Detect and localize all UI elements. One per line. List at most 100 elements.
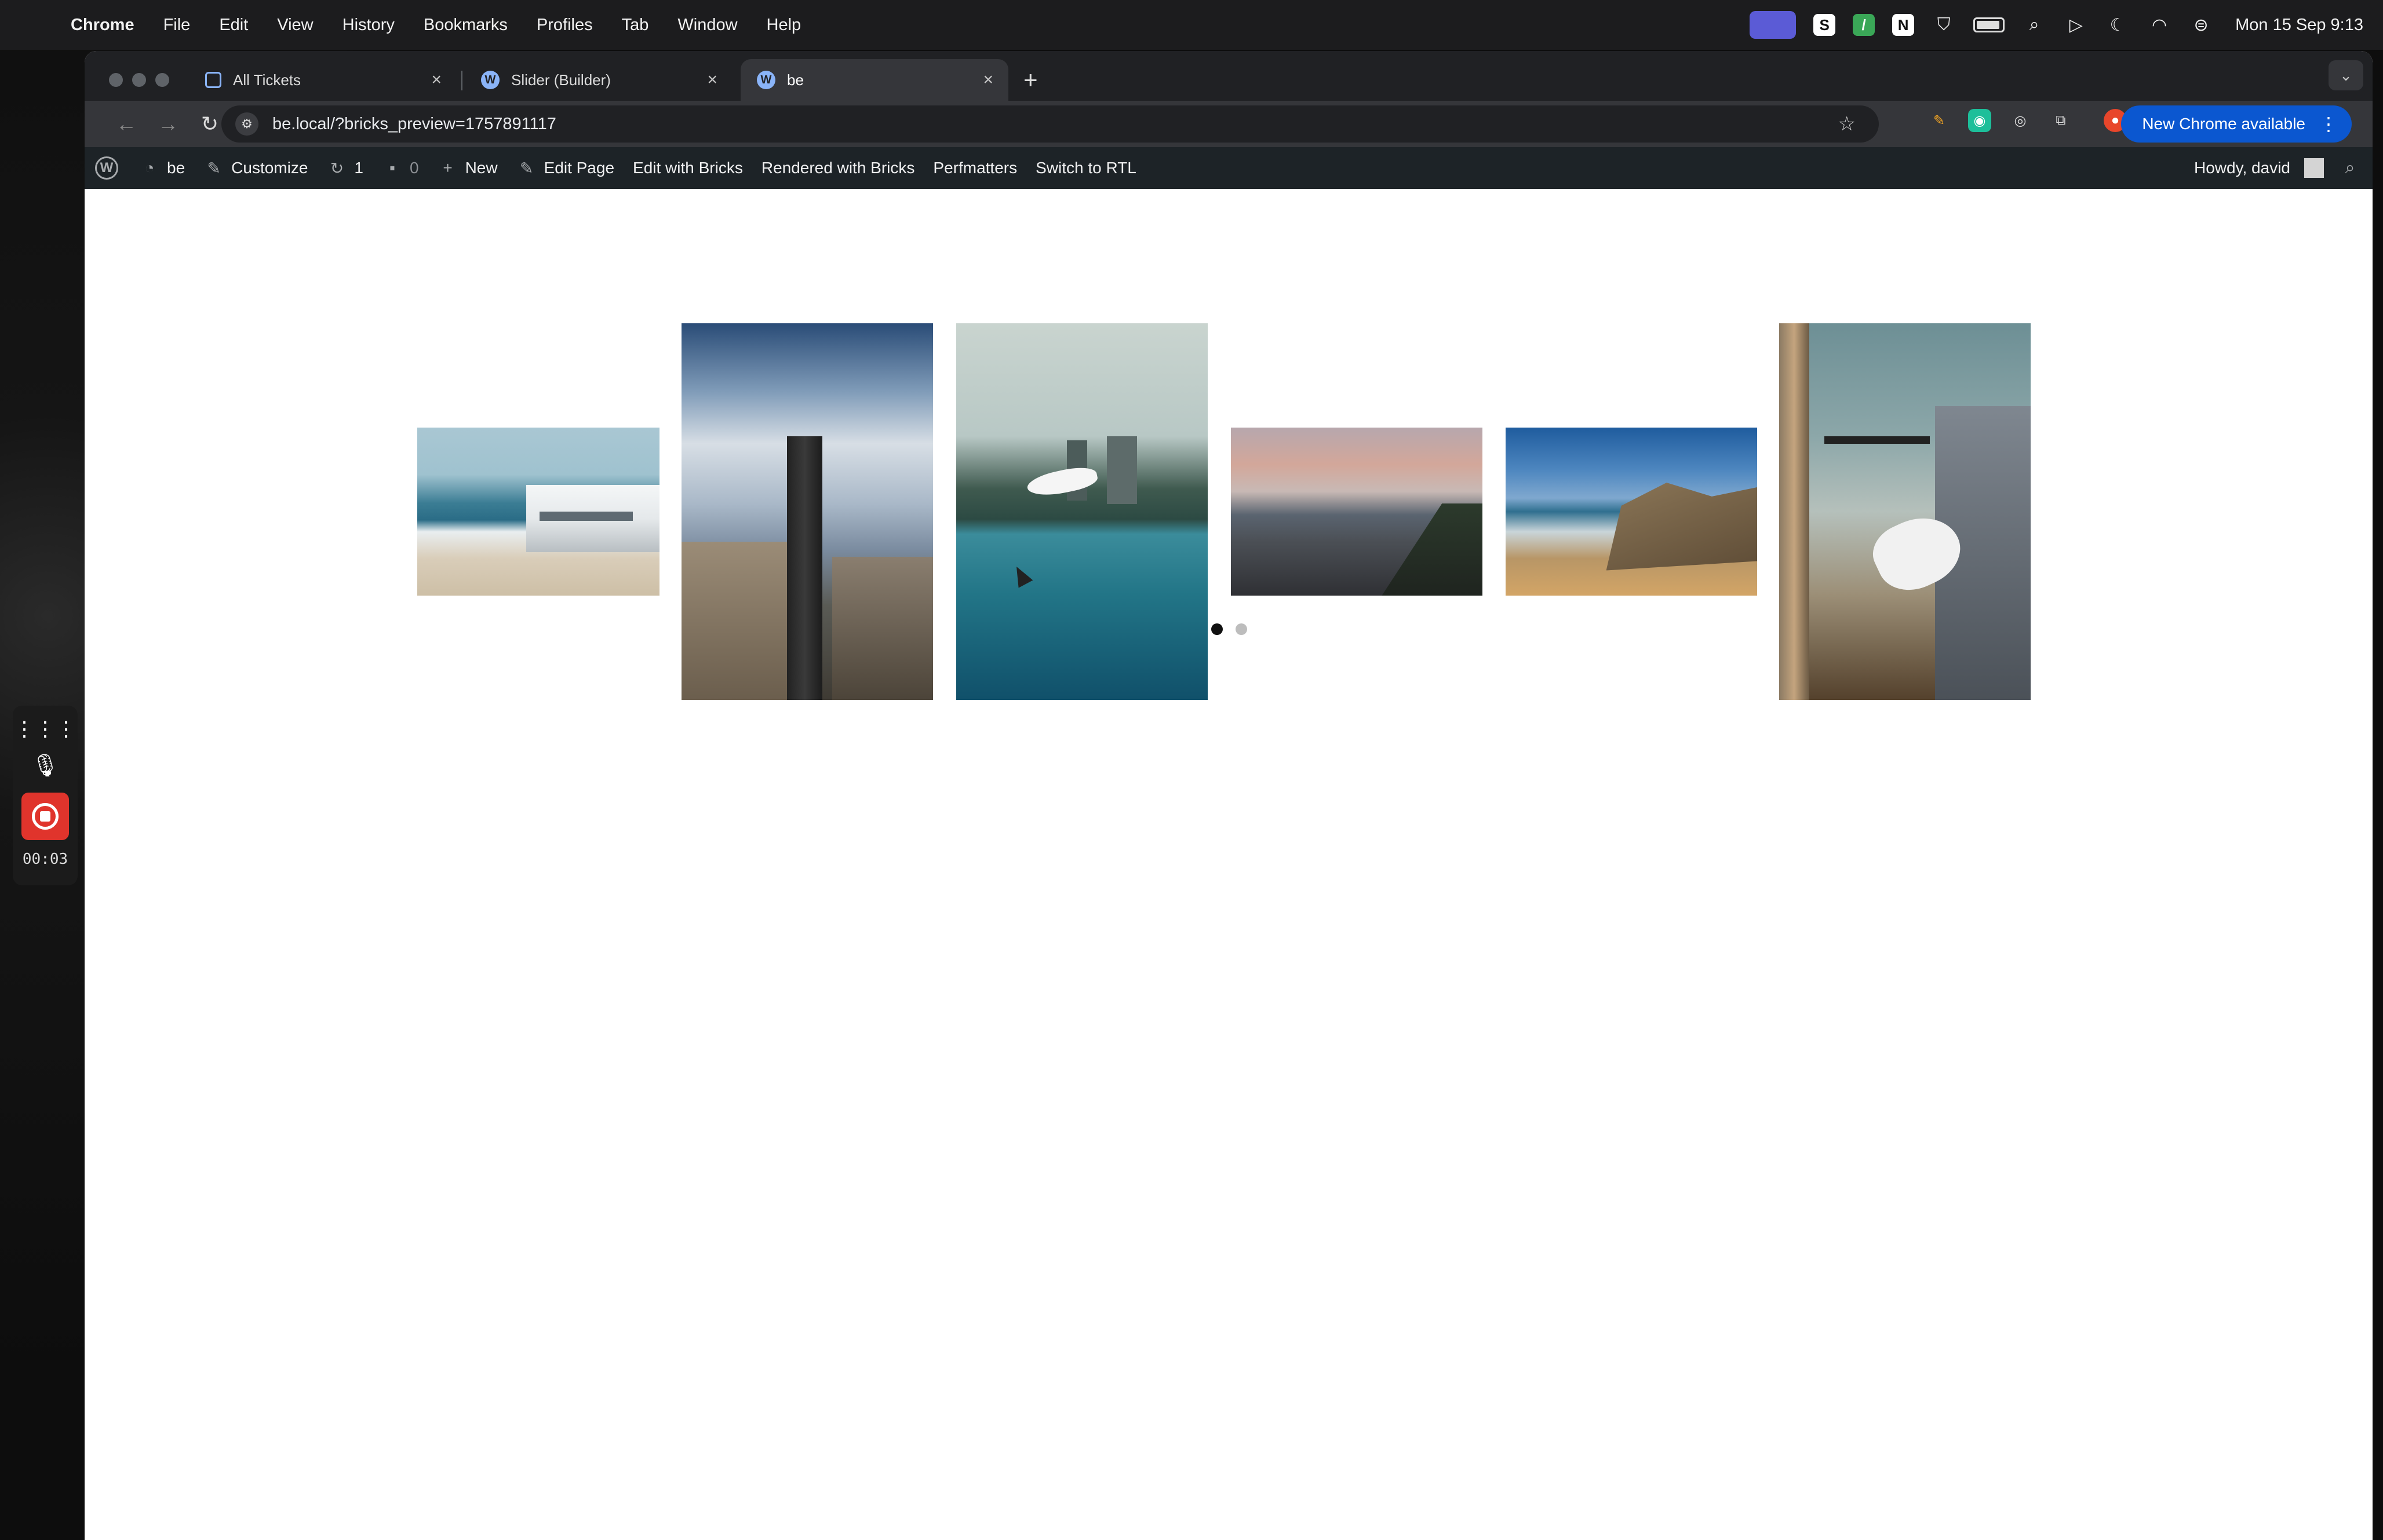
wp-site-name[interactable]: ◔ be [139, 158, 185, 178]
notion-icon[interactable]: N [1892, 14, 1915, 36]
user-avatar[interactable] [2304, 158, 2324, 178]
circle-extension-icon[interactable]: ◎ [2009, 109, 2032, 132]
wp-admin-bar: W ◔ be ✎ Customize ↻ 1 ▪ 0 + New ✎ Edit … [85, 147, 2373, 189]
plus-icon: + [443, 159, 453, 177]
slider-pagination [1211, 623, 1247, 635]
spotlight-icon[interactable]: ⌕ [2022, 13, 2046, 37]
wordpress-logo-icon[interactable]: W [95, 156, 118, 180]
green-app-icon[interactable]: / [1853, 14, 1875, 36]
zoom-window-button[interactable] [155, 73, 169, 87]
stop-recording-button[interactable] [21, 793, 69, 840]
paintbrush-icon: ✎ [207, 159, 221, 177]
close-tab-icon[interactable]: × [983, 70, 993, 90]
address-bar[interactable]: ⚙ be.local/?bricks_preview=1757891117 ☆ [221, 105, 1879, 143]
rocky-coast-image[interactable] [1506, 428, 1757, 596]
chrome-frame: All Tickets × W Slider (Builder) × W be … [85, 51, 2373, 189]
wp-rendered-with-bricks[interactable]: Rendered with Bricks [761, 159, 915, 177]
forward-arrow-icon[interactable]: → [151, 107, 185, 141]
puzzle-extensions-icon[interactable]: ⧉ [2049, 109, 2072, 132]
record-stop-icon [32, 803, 59, 830]
tab-be[interactable]: W be × [741, 59, 1008, 101]
screen-recorder-widget: ⋮⋮⋮ 🎙 00:03 [13, 706, 78, 885]
menu-tab[interactable]: Tab [622, 16, 649, 35]
wp-customize[interactable]: ✎ Customize [203, 158, 308, 178]
wp-comments[interactable]: ▪ 0 [382, 158, 419, 178]
menu-profiles[interactable]: Profiles [537, 16, 593, 35]
macos-menu-bar: Chrome File Edit View History Bookmarks … [0, 0, 2383, 50]
grid-dots-icon[interactable]: ⋮⋮⋮ [14, 718, 76, 739]
close-tab-icon[interactable]: × [707, 70, 717, 90]
browser-toolbar: ← → ↻ ⚙ be.local/?bricks_preview=1757891… [85, 101, 2373, 147]
shield-icon[interactable]: ⛉ [1932, 13, 1956, 37]
battery-icon[interactable] [1973, 17, 2005, 32]
minimize-window-button[interactable] [132, 73, 146, 87]
close-window-button[interactable] [109, 73, 123, 87]
menu-help[interactable]: Help [767, 16, 801, 35]
menu-window[interactable]: Window [677, 16, 737, 35]
back-arrow-icon[interactable]: ← [109, 107, 144, 141]
new-tab-button[interactable]: + [1023, 66, 1038, 94]
wifi-icon[interactable]: ◠ [2147, 13, 2171, 37]
customize-label: Customize [231, 159, 308, 177]
window-controls [109, 73, 169, 87]
harbor-sunset-image[interactable] [1231, 428, 1482, 596]
new-label: New [465, 159, 498, 177]
pencil-extension-icon[interactable]: ✎ [1927, 109, 1951, 132]
menubar-clock[interactable]: Mon 15 Sep 9:13 [2235, 16, 2363, 35]
site-info-icon[interactable]: ⚙ [235, 112, 258, 136]
updates-count: 1 [354, 159, 363, 177]
menu-edit[interactable]: Edit [219, 16, 248, 35]
pagination-dot-1[interactable] [1211, 623, 1223, 635]
edit-with-bricks-label: Edit with Bricks [633, 159, 743, 177]
s-app-icon[interactable]: S [1813, 14, 1836, 36]
updates-icon: ↻ [330, 159, 344, 177]
beach-house-image[interactable] [417, 428, 659, 596]
extensions-area: ✎ ◉ ◎ ⧉ ● [1927, 109, 2127, 132]
bookmark-star-icon[interactable]: ☆ [1838, 112, 1856, 136]
close-tab-icon[interactable]: × [431, 70, 442, 90]
pagination-dot-2[interactable] [1236, 623, 1247, 635]
recording-timer: 00:03 [22, 851, 68, 868]
mic-muted-icon[interactable]: 🎙 [29, 750, 61, 782]
seagull-city-image[interactable] [1779, 323, 2031, 700]
apple-menu-icon[interactable] [21, 9, 53, 41]
tab-search-chevron-icon[interactable]: ⌄ [2329, 60, 2363, 90]
rendered-with-bricks-label: Rendered with Bricks [761, 159, 915, 177]
kebab-menu-icon[interactable]: ⋮ [2319, 113, 2338, 135]
new-chrome-available-button[interactable]: New Chrome available ⋮ [2121, 105, 2352, 143]
wp-edit-with-bricks[interactable]: Edit with Bricks [633, 159, 743, 177]
wp-perfmatters[interactable]: Perfmatters [933, 159, 1017, 177]
tab-separator [461, 71, 462, 90]
url-text[interactable]: be.local/?bricks_preview=1757891117 [272, 115, 556, 134]
perfmatters-label: Perfmatters [933, 159, 1018, 177]
green-extension-icon[interactable]: ◉ [1968, 109, 1991, 132]
comment-bubble-icon: ▪ [389, 159, 395, 177]
new-chrome-label: New Chrome available [2142, 115, 2305, 133]
tab-all-tickets[interactable]: All Tickets × [189, 59, 457, 101]
switch-rtl-label: Switch to RTL [1036, 159, 1136, 177]
tab-slider-builder[interactable]: W Slider (Builder) × [465, 59, 733, 101]
lake-bird-image[interactable] [956, 323, 1208, 700]
wp-search-icon[interactable]: ⌕ [2338, 156, 2362, 180]
menu-bookmarks[interactable]: Bookmarks [424, 16, 508, 35]
howdy-user[interactable]: Howdy, david [2194, 159, 2290, 177]
menu-app-name[interactable]: Chrome [71, 16, 134, 35]
control-center-icon[interactable]: ⊜ [2189, 13, 2213, 37]
menu-file[interactable]: File [163, 16, 191, 35]
tab-title: All Tickets [233, 71, 301, 89]
edit-page-label: Edit Page [544, 159, 615, 177]
play-icon[interactable]: ▷ [2064, 13, 2088, 37]
chrome-window: All Tickets × W Slider (Builder) × W be … [85, 51, 2373, 1540]
menu-view[interactable]: View [277, 16, 313, 35]
wp-switch-rtl[interactable]: Switch to RTL [1036, 159, 1136, 177]
moon-icon[interactable]: ☾ [2105, 13, 2130, 37]
wp-new[interactable]: + New [438, 158, 498, 178]
wp-updates[interactable]: ↻ 1 [326, 158, 363, 178]
tab-title: Slider (Builder) [511, 71, 611, 89]
screen-share-icon[interactable] [1750, 11, 1797, 39]
slider-prev-arrow[interactable]: ‹ [438, 371, 461, 406]
menu-history[interactable]: History [342, 16, 395, 35]
wp-edit-page[interactable]: ✎ Edit Page [516, 158, 614, 178]
skyscraper-image[interactable] [682, 323, 933, 700]
pencil-icon: ✎ [519, 159, 534, 177]
